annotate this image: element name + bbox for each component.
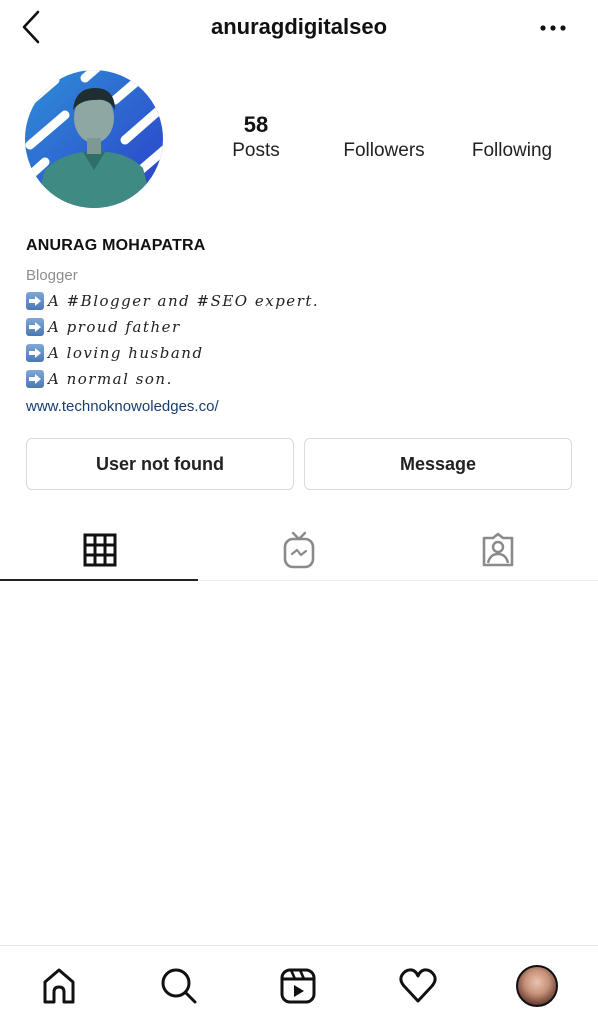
nav-home[interactable] xyxy=(37,964,81,1008)
search-icon xyxy=(161,968,197,1004)
heart-icon xyxy=(399,968,437,1003)
avatar xyxy=(516,965,558,1007)
following-count xyxy=(462,112,562,140)
stat-followers[interactable]: Followers xyxy=(332,112,436,162)
more-options-button[interactable] xyxy=(538,16,568,40)
bio-line: A #Blogger and #SEO expert. xyxy=(26,288,586,314)
profile-username: anuragdigitalseo xyxy=(210,14,388,39)
tagged-person-icon xyxy=(482,532,513,567)
category-label: Blogger xyxy=(26,267,78,284)
right-arrow-emoji-icon xyxy=(26,318,44,336)
user-not-found-button[interactable]: User not found xyxy=(26,438,294,490)
following-label: Following xyxy=(471,140,553,161)
profile-tabs xyxy=(0,520,598,582)
bio-text: A loving husband xyxy=(48,344,204,362)
nav-reels[interactable] xyxy=(276,964,320,1008)
website-link[interactable]: www.technoknowoledges.co/ xyxy=(26,394,586,420)
bio-text: A normal son. xyxy=(48,370,173,388)
igtv-icon xyxy=(283,531,314,569)
more-horizontal-icon xyxy=(540,25,566,31)
home-icon xyxy=(43,968,75,1004)
profile-photo xyxy=(25,70,163,208)
profile-stats: 58 Posts Followers Following xyxy=(200,112,590,172)
profile-header: anuragdigitalseo xyxy=(0,0,598,56)
tab-tagged[interactable] xyxy=(398,520,597,580)
right-arrow-emoji-icon xyxy=(26,370,44,388)
right-arrow-emoji-icon xyxy=(26,344,44,362)
bottom-navigation xyxy=(0,945,598,1024)
bio-text: A proud father xyxy=(48,318,181,336)
profile-bio: ANURAG MOHAPATRA Blogger A #Blogger and … xyxy=(26,234,586,420)
grid-icon xyxy=(83,533,116,567)
reels-icon xyxy=(280,968,316,1004)
followers-count xyxy=(332,112,436,140)
nav-search[interactable] xyxy=(157,964,201,1008)
posts-label: Posts xyxy=(232,140,280,161)
bio-text: A #Blogger and #SEO expert. xyxy=(48,292,320,310)
bio-line: A normal son. xyxy=(26,366,586,392)
bio-line: A loving husband xyxy=(26,340,586,366)
stat-posts[interactable]: 58 Posts xyxy=(218,112,294,162)
posts-count: 58 xyxy=(243,112,269,137)
tab-igtv[interactable] xyxy=(199,520,398,580)
bio-line: A proud father xyxy=(26,314,586,340)
tab-posts-grid[interactable] xyxy=(0,520,199,580)
full-name: ANURAG MOHAPATRA xyxy=(26,237,206,254)
right-arrow-emoji-icon xyxy=(26,292,44,310)
active-tab-indicator xyxy=(0,579,198,581)
message-button[interactable]: Message xyxy=(304,438,572,490)
nav-activity[interactable] xyxy=(396,964,440,1008)
profile-avatar[interactable] xyxy=(25,70,163,208)
followers-label: Followers xyxy=(343,140,425,161)
nav-profile[interactable] xyxy=(515,964,559,1008)
stat-following[interactable]: Following xyxy=(462,112,562,162)
